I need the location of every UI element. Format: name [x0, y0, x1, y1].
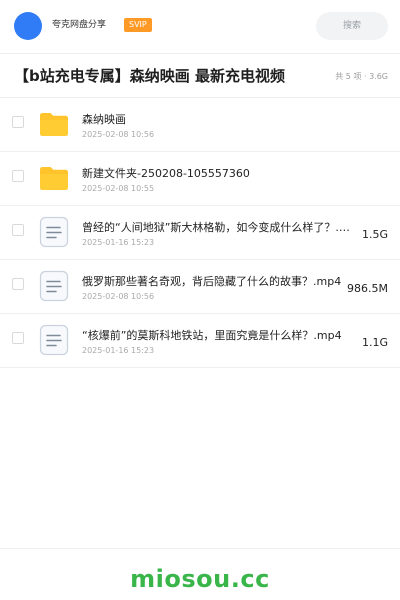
top-bar: 夸克网盘分享 SVIP 搜索	[0, 0, 400, 54]
file-row[interactable]: 曾经的“人间地狱”斯大林格勒，如今变成什么样了？.mp4 2025-01-16 1…	[0, 206, 400, 260]
row-checkbox[interactable]	[12, 170, 24, 182]
search-input[interactable]: 搜索	[316, 12, 388, 40]
file-row[interactable]: 新建文件夹-250208-105557360 2025-02-08 10:55	[0, 152, 400, 206]
app-logo[interactable]	[14, 12, 42, 40]
folder-icon	[38, 108, 70, 140]
file-date: 2025-02-08 10:55	[82, 184, 155, 193]
share-page: 夸克网盘分享 SVIP 搜索 【b站充电专属】森纳映画 最新充电视频 共 5 项…	[0, 0, 400, 600]
file-row[interactable]: “核爆前”的莫斯科地铁站，里面究竟是什么样？.mp4 2025-01-16 15:…	[0, 314, 400, 368]
file-date: 2025-01-16 15:23	[82, 238, 155, 247]
file-name[interactable]: “核爆前”的莫斯科地铁站，里面究竟是什么样？.mp4	[82, 329, 352, 343]
folder-meta: 共 5 项 · 3.6G	[335, 72, 388, 81]
file-name[interactable]: 曾经的“人间地狱”斯大林格勒，如今变成什么样了？.mp4	[82, 221, 352, 235]
row-checkbox[interactable]	[12, 224, 24, 236]
watermark-text: miosou.cc	[130, 565, 270, 593]
folder-title: 【b站充电专属】森纳映画 最新充电视频	[14, 67, 285, 85]
file-date: 2025-02-08 10:56	[82, 292, 155, 301]
file-date: 2025-01-16 15:23	[82, 346, 155, 355]
file-size: 1.1G	[361, 336, 388, 349]
app-name: 夸克网盘分享	[52, 20, 107, 30]
file-icon	[38, 216, 70, 248]
folder-header: 【b站充电专属】森纳映画 最新充电视频 共 5 项 · 3.6G	[0, 54, 400, 98]
file-row[interactable]: 森纳映画 2025-02-08 10:56	[0, 98, 400, 152]
file-icon	[38, 324, 70, 356]
file-row[interactable]: 俄罗斯那些著名奇观，背后隐藏了什么的故事？.mp4 2025-02-08 10:5…	[0, 260, 400, 314]
row-checkbox[interactable]	[12, 278, 24, 290]
file-name[interactable]: 俄罗斯那些著名奇观，背后隐藏了什么的故事？.mp4	[82, 275, 352, 289]
file-date: 2025-02-08 10:56	[82, 130, 155, 139]
folder-icon	[38, 162, 70, 194]
row-checkbox[interactable]	[12, 116, 24, 128]
file-list: 森纳映画 2025-02-08 10:56 新建文件夹-250208-105557…	[0, 98, 400, 368]
footer: miosou.cc	[0, 548, 400, 600]
row-checkbox[interactable]	[12, 332, 24, 344]
file-size: 986.5M	[347, 282, 388, 295]
file-name[interactable]: 新建文件夹-250208-105557360	[82, 167, 352, 181]
svip-badge: SVIP	[124, 18, 152, 32]
file-size: 1.5G	[361, 228, 388, 241]
file-name[interactable]: 森纳映画	[82, 113, 352, 127]
file-icon	[38, 270, 70, 302]
